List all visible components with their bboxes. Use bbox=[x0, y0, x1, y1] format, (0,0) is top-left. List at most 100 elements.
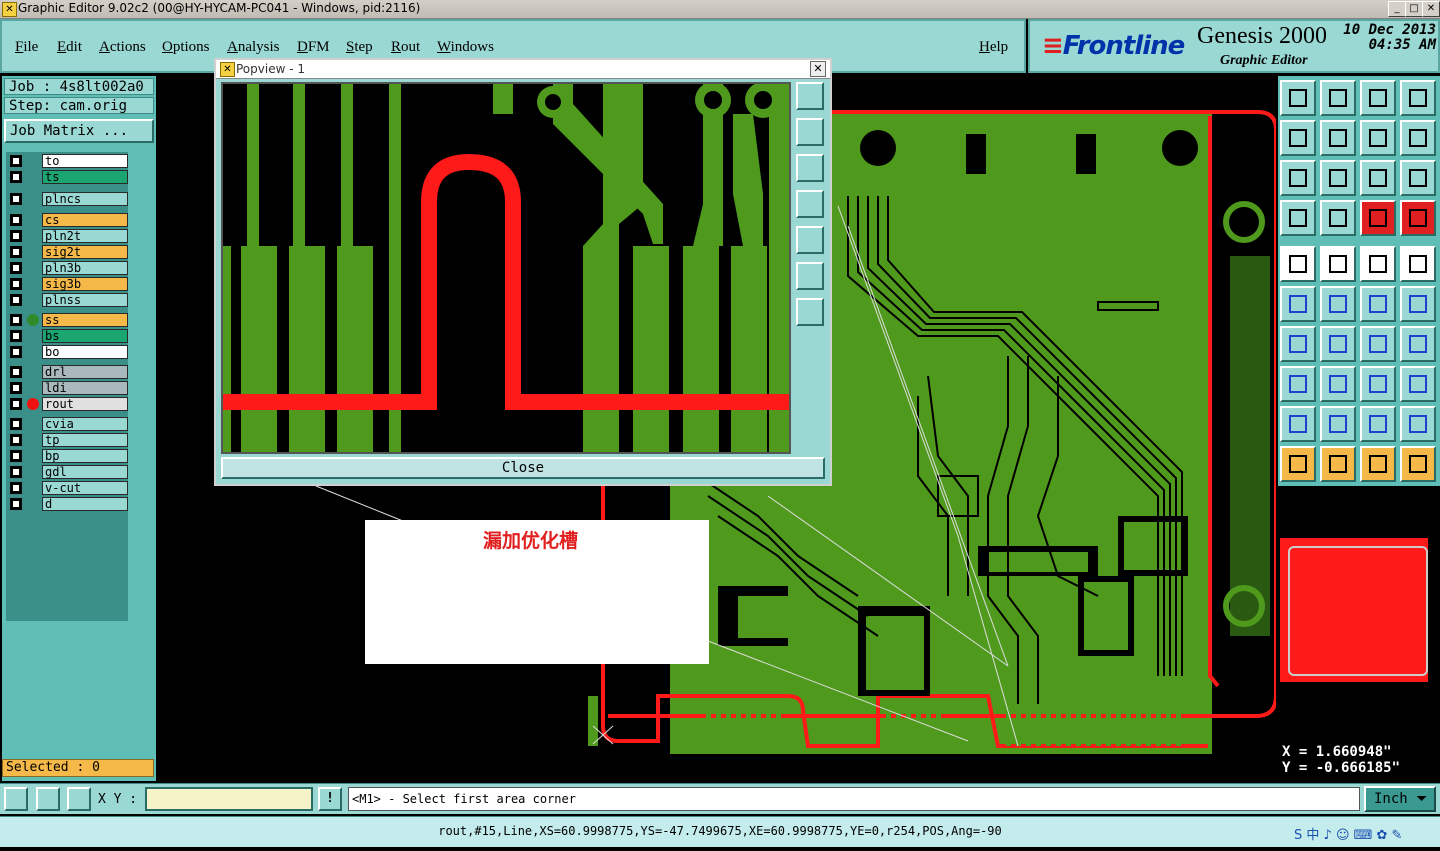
pad-add-icon[interactable] bbox=[1280, 366, 1316, 402]
layer-row-tp[interactable]: tp bbox=[8, 433, 128, 448]
line-icon[interactable] bbox=[1320, 326, 1356, 362]
job-matrix-button[interactable]: Job Matrix ... bbox=[4, 119, 154, 143]
layer-checkbox[interactable] bbox=[10, 498, 22, 510]
menu-options[interactable]: Options bbox=[162, 39, 210, 56]
menu-file[interactable]: File bbox=[15, 39, 38, 56]
layer-name[interactable]: plnss bbox=[42, 293, 128, 307]
layers-active-icon[interactable] bbox=[1400, 200, 1436, 236]
layer-checkbox[interactable] bbox=[10, 230, 22, 242]
popview-tool-1[interactable] bbox=[796, 82, 824, 110]
zoom-prev-icon[interactable] bbox=[1280, 120, 1316, 156]
layer-checkbox[interactable] bbox=[10, 330, 22, 342]
layer-row-gdl[interactable]: gdl bbox=[8, 465, 128, 480]
measure-box-icon[interactable] bbox=[1360, 366, 1396, 402]
layer-row-rout[interactable]: rout bbox=[8, 397, 128, 412]
minus-icon[interactable] bbox=[1320, 366, 1356, 402]
fit-icon[interactable] bbox=[1280, 160, 1316, 196]
layer-affected-dot[interactable] bbox=[27, 314, 39, 326]
layer-name[interactable]: drl bbox=[42, 365, 128, 379]
layer-name[interactable]: ldi bbox=[42, 381, 128, 395]
layer-checkbox[interactable] bbox=[10, 434, 22, 446]
arch-blue-icon[interactable] bbox=[1400, 406, 1436, 442]
layer-checkbox[interactable] bbox=[10, 418, 22, 430]
layer-row-plncs[interactable]: plncs bbox=[8, 192, 128, 207]
menu-dfm[interactable]: DFM bbox=[297, 39, 330, 56]
layer-name[interactable]: plncs bbox=[42, 192, 128, 206]
popview-close-x-button[interactable]: ✕ bbox=[810, 61, 826, 77]
layer-checkbox[interactable] bbox=[10, 193, 22, 205]
angle-icon[interactable] bbox=[1280, 326, 1316, 362]
point-icon[interactable] bbox=[1400, 286, 1436, 322]
layer-row-pln2t[interactable]: pln2t bbox=[8, 229, 128, 244]
layer-checkbox[interactable] bbox=[10, 398, 22, 410]
add-line-icon[interactable] bbox=[1320, 246, 1356, 282]
layer-name[interactable]: ss bbox=[42, 313, 128, 327]
layer-row-ldi[interactable]: ldi bbox=[8, 381, 128, 396]
layer-name[interactable]: sig2t bbox=[42, 245, 128, 259]
layer-row-sig3b[interactable]: sig3b bbox=[8, 277, 128, 292]
layer-checkbox[interactable] bbox=[10, 155, 22, 167]
layer-checkbox[interactable] bbox=[10, 171, 22, 183]
layer-row-drl[interactable]: drl bbox=[8, 365, 128, 380]
layer-row-cs[interactable]: cs bbox=[8, 213, 128, 228]
window-icon[interactable] bbox=[1400, 80, 1436, 116]
layer-checkbox[interactable] bbox=[10, 450, 22, 462]
layer-name[interactable]: gdl bbox=[42, 465, 128, 479]
menu-actions[interactable]: Actions bbox=[99, 39, 146, 56]
layer-row-v-cut[interactable]: v-cut bbox=[8, 481, 128, 496]
popview-canvas[interactable] bbox=[221, 82, 791, 454]
mirror-icon[interactable] bbox=[1400, 326, 1436, 362]
layer-row-sig2t[interactable]: sig2t bbox=[8, 245, 128, 260]
layer-checkbox[interactable] bbox=[10, 314, 22, 326]
unit-selector[interactable]: Inch ⏷ bbox=[1364, 786, 1436, 812]
popview-tool-7[interactable] bbox=[796, 298, 824, 326]
menu-step[interactable]: Step bbox=[346, 39, 373, 56]
alert-button[interactable]: ! bbox=[318, 787, 342, 811]
close-button[interactable]: ✕ bbox=[1422, 1, 1440, 17]
layer-name[interactable]: pln2t bbox=[42, 229, 128, 243]
layer-checkbox[interactable] bbox=[10, 294, 22, 306]
arch-icon[interactable] bbox=[1360, 406, 1396, 442]
minimize-button[interactable]: _ bbox=[1388, 1, 1406, 17]
layer-row-bp[interactable]: bp bbox=[8, 449, 128, 464]
layer-row-ss[interactable]: ss bbox=[8, 313, 128, 328]
triangle-blue-icon[interactable] bbox=[1320, 406, 1356, 442]
layer-name[interactable]: d bbox=[42, 497, 128, 511]
popview-tool-6[interactable] bbox=[796, 262, 824, 290]
maximize-button[interactable]: □ bbox=[1405, 1, 1423, 17]
layer-row-bo[interactable]: bo bbox=[8, 345, 128, 360]
layer-name[interactable]: sig3b bbox=[42, 277, 128, 291]
zoom-area-button[interactable] bbox=[4, 787, 28, 811]
layer-checkbox[interactable] bbox=[10, 214, 22, 226]
settings-icon[interactable] bbox=[1280, 200, 1316, 236]
cross-icon[interactable] bbox=[1320, 286, 1356, 322]
measure-button[interactable] bbox=[36, 787, 60, 811]
home-icon[interactable] bbox=[1360, 80, 1396, 116]
layer-checkbox[interactable] bbox=[10, 366, 22, 378]
layer-checkbox[interactable] bbox=[10, 482, 22, 494]
layer-checkbox[interactable] bbox=[10, 466, 22, 478]
zoom-next-icon[interactable] bbox=[1320, 120, 1356, 156]
layer-name[interactable]: bp bbox=[42, 449, 128, 463]
layer-row-bs[interactable]: bs bbox=[8, 329, 128, 344]
ruler-icon[interactable] bbox=[1360, 246, 1396, 282]
menu-analysis[interactable]: Analysis bbox=[227, 39, 280, 56]
layer-row-ts[interactable]: ts bbox=[8, 170, 128, 185]
layer-name[interactable]: v-cut bbox=[42, 481, 128, 495]
layer-name[interactable]: cvia bbox=[42, 417, 128, 431]
layer-row-cvia[interactable]: cvia bbox=[8, 417, 128, 432]
triangle-icon[interactable] bbox=[1280, 406, 1316, 442]
redo-icon[interactable] bbox=[1400, 120, 1436, 156]
layer-row-plnss[interactable]: plnss bbox=[8, 293, 128, 308]
layer-name[interactable]: cs bbox=[42, 213, 128, 227]
add-pad-icon[interactable] bbox=[1280, 246, 1316, 282]
popview-tool-3[interactable] bbox=[796, 154, 824, 182]
ratio-icon[interactable] bbox=[1360, 160, 1396, 196]
layer-checkbox[interactable] bbox=[10, 246, 22, 258]
layers-icon[interactable] bbox=[1360, 200, 1396, 236]
open-step-icon[interactable] bbox=[1280, 80, 1316, 116]
layer-checkbox[interactable] bbox=[10, 346, 22, 358]
arc-icon[interactable] bbox=[1360, 326, 1396, 362]
grid-icon[interactable] bbox=[1320, 200, 1356, 236]
undo-icon[interactable] bbox=[1360, 120, 1396, 156]
